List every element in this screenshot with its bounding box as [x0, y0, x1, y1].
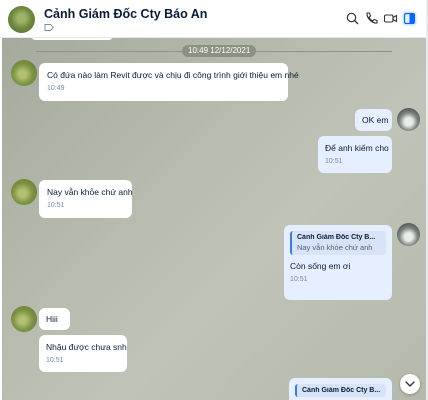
scroll-to-bottom-button[interactable] [400, 374, 420, 394]
quoted-message[interactable]: Cảnh Giám Đốc Cty B... [295, 384, 386, 397]
message-time: 10:49 [47, 85, 65, 92]
message-text: OK em [362, 115, 389, 125]
message-bubble[interactable]: Hiii [39, 308, 70, 330]
message-bubble[interactable]: OK em [355, 109, 392, 131]
sidebar-toggle-icon[interactable] [402, 11, 417, 26]
sender-avatar[interactable] [11, 306, 37, 332]
message-time: 10:51 [290, 276, 308, 283]
message-bubble[interactable]: Cảnh Giám Đốc Cty B... [289, 378, 392, 400]
message-text: Nay vẫn khỏe chứ anh [47, 187, 133, 197]
quoted-sender: Cảnh Giám Đốc Cty B... [302, 387, 381, 394]
message-text: Hiii [46, 314, 58, 324]
my-avatar[interactable] [397, 108, 420, 131]
message-bubble[interactable]: Để anh kiếm cho 10:51 [318, 136, 392, 173]
message-time: 10:51 [325, 158, 343, 165]
chat-header: Cảnh Giám Đốc Cty Báo An [0, 0, 426, 38]
message-bubble[interactable]: Cảnh Giám Đốc Cty B... Nay vẫn khỏe chứ … [284, 225, 392, 300]
quoted-sender: Cảnh Giám Đốc Cty B... [297, 234, 376, 241]
tag-icon[interactable] [44, 24, 54, 31]
my-avatar[interactable] [397, 223, 420, 246]
message-text: Để anh kiếm cho [325, 143, 389, 153]
date-divider: 10:49 12/12/2021 [182, 45, 257, 57]
sender-avatar[interactable] [11, 60, 37, 86]
message-text: Có đứa nào làm Revit được và chịu đi côn… [47, 70, 299, 80]
phone-icon[interactable] [364, 11, 379, 26]
chat-area[interactable]: 10:49 12/12/2021 Có đứa nào làm Revit đư… [2, 38, 426, 400]
search-icon[interactable] [345, 11, 360, 26]
message-text: Nhậu được chưa snh [46, 342, 127, 352]
quoted-text: Nay vẫn khỏe chứ anh [297, 243, 373, 252]
quoted-message[interactable]: Cảnh Giám Đốc Cty B... Nay vẫn khỏe chứ … [290, 231, 386, 255]
message-bubble[interactable]: Nhậu được chưa snh 10:51 [39, 335, 127, 372]
message-time: 10:51 [47, 202, 65, 209]
video-call-icon[interactable] [383, 11, 398, 26]
contact-name[interactable]: Cảnh Giám Đốc Cty Báo An [44, 7, 207, 21]
sender-avatar[interactable] [11, 179, 37, 205]
contact-avatar[interactable] [8, 6, 35, 33]
chevron-down-icon [405, 381, 415, 387]
previous-message-edge [30, 38, 114, 40]
message-text: Còn sống em ơi [290, 261, 351, 271]
message-bubble[interactable]: Có đứa nào làm Revit được và chịu đi côn… [39, 63, 299, 101]
message-bubble[interactable]: Nay vẫn khỏe chứ anh 10:51 [39, 180, 133, 218]
message-time: 10:51 [46, 357, 64, 364]
